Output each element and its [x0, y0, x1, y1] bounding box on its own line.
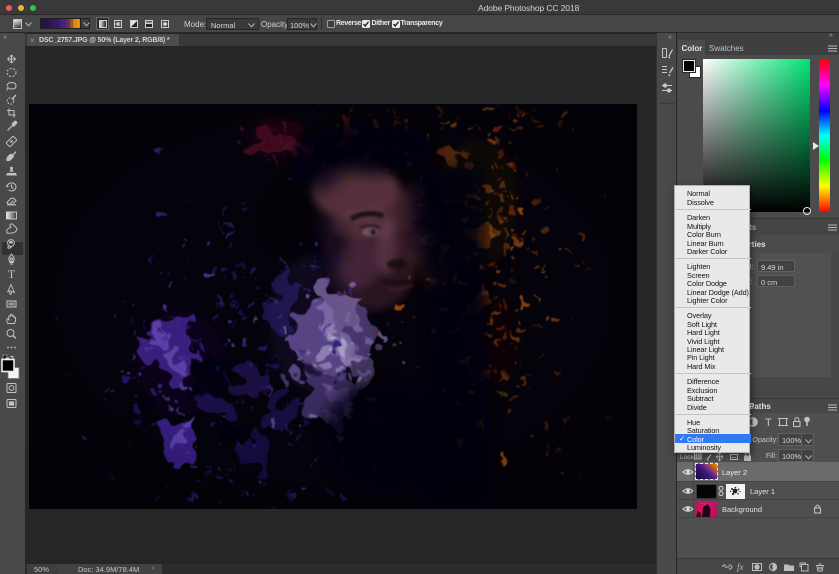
svg-text:T: T	[8, 269, 15, 281]
svg-text:fx: fx	[737, 562, 744, 572]
svg-text:T: T	[765, 417, 772, 428]
